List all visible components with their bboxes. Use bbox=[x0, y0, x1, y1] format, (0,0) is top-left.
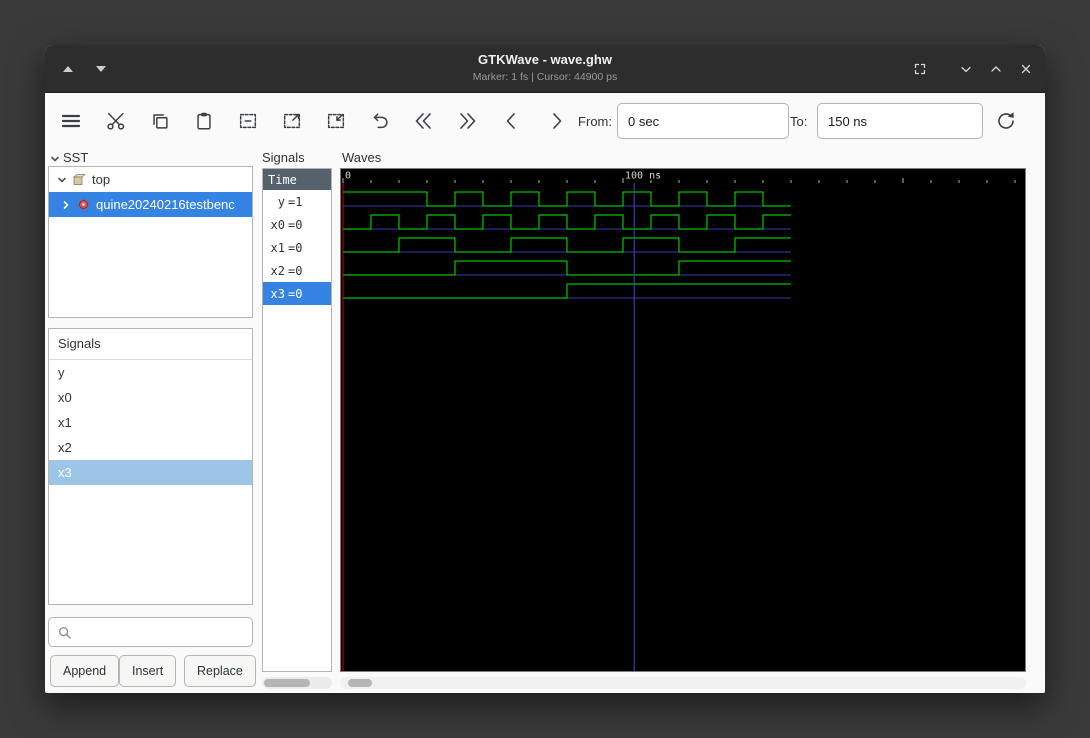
waves-hscrollbar-thumb[interactable] bbox=[348, 679, 372, 687]
chevron-down-icon bbox=[961, 66, 971, 73]
skip-start-icon bbox=[415, 113, 431, 129]
values-hscrollbar-thumb[interactable] bbox=[264, 679, 310, 687]
chevron-up-icon bbox=[991, 66, 1001, 72]
replace-button[interactable]: Replace bbox=[184, 655, 256, 687]
tree-item-label: quine20240216testbenc bbox=[96, 197, 235, 212]
sst-header: SST bbox=[63, 150, 89, 165]
chevron-left-icon bbox=[506, 113, 515, 129]
skip-end-icon bbox=[460, 113, 476, 129]
to-label: To: bbox=[790, 114, 808, 129]
pane-splitter[interactable] bbox=[333, 168, 339, 672]
zoom-in-button[interactable] bbox=[318, 103, 354, 139]
signal-search-box bbox=[48, 617, 253, 647]
signals-col-header: Signals bbox=[262, 150, 305, 165]
svg-text:0: 0 bbox=[345, 171, 351, 182]
time-column-header: Time bbox=[263, 169, 331, 190]
waves-col-header: Waves bbox=[342, 150, 382, 165]
value-y: =1 bbox=[288, 194, 303, 209]
value-x0: =0 bbox=[288, 217, 303, 232]
minimize-button[interactable] bbox=[955, 58, 977, 80]
menu-icon bbox=[61, 114, 81, 128]
wave-panel: 0 100 ns bbox=[340, 168, 1026, 672]
zoom-out-button[interactable] bbox=[274, 103, 310, 139]
expander-right-icon bbox=[63, 200, 69, 209]
to-end-button[interactable] bbox=[450, 103, 486, 139]
value-row-x3[interactable]: x3 =0 bbox=[263, 282, 331, 305]
signal-list-item-y[interactable]: y bbox=[49, 360, 252, 385]
undo-icon bbox=[373, 113, 388, 129]
zoom-fit-icon bbox=[239, 113, 257, 129]
restore-button[interactable] bbox=[909, 58, 931, 80]
scissors-icon bbox=[107, 112, 125, 130]
to-start-button[interactable] bbox=[405, 103, 441, 139]
prev-edge-button[interactable] bbox=[494, 103, 530, 139]
from-input[interactable] bbox=[617, 103, 789, 139]
restore-icon bbox=[914, 63, 926, 75]
expander-down-icon bbox=[58, 177, 66, 182]
zoom-out-icon bbox=[283, 113, 301, 129]
to-input[interactable] bbox=[817, 103, 983, 139]
signal-list-item-x1[interactable]: x1 bbox=[49, 410, 252, 435]
menu-button[interactable] bbox=[53, 103, 89, 139]
copy-icon bbox=[153, 114, 168, 129]
value-x3: =0 bbox=[288, 286, 303, 301]
signal-list-header: Signals bbox=[49, 329, 252, 360]
reload-icon bbox=[998, 112, 1014, 129]
svg-text:100 ns: 100 ns bbox=[625, 171, 661, 182]
undo-button[interactable] bbox=[362, 103, 398, 139]
paste-button[interactable] bbox=[186, 103, 222, 139]
signal-search-input[interactable] bbox=[78, 623, 252, 641]
waves-hscrollbar[interactable] bbox=[340, 677, 1026, 689]
marker-cursor-status: Marker: 1 fs | Cursor: 44900 ps bbox=[472, 71, 618, 83]
from-label: From: bbox=[578, 114, 612, 129]
value-row-x0[interactable]: x0 =0 bbox=[263, 213, 331, 236]
tree-item-label: top bbox=[92, 172, 111, 187]
reload-button[interactable] bbox=[988, 103, 1024, 139]
signal-list-panel: Signals y x0 x1 x2 x3 bbox=[48, 328, 253, 605]
zoom-in-icon bbox=[327, 113, 345, 129]
maximize-button[interactable] bbox=[985, 58, 1007, 80]
wave-canvas[interactable]: 0 100 ns bbox=[341, 169, 1025, 671]
value-row-x2[interactable]: x2 =0 bbox=[263, 259, 331, 282]
close-icon bbox=[1021, 64, 1031, 74]
zoom-fit-button[interactable] bbox=[230, 103, 266, 139]
process-gear-icon bbox=[77, 198, 90, 211]
signal-list-item-x0[interactable]: x0 bbox=[49, 385, 252, 410]
close-button[interactable] bbox=[1015, 58, 1037, 80]
insert-button[interactable]: Insert bbox=[119, 655, 177, 687]
gtkwave-window: GTKWave - wave.ghw Marker: 1 fs | Cursor… bbox=[45, 45, 1045, 693]
append-button[interactable]: Append bbox=[50, 655, 120, 687]
module-box-icon bbox=[73, 174, 86, 185]
desktop-background: GTKWave - wave.ghw Marker: 1 fs | Cursor… bbox=[0, 0, 1090, 738]
search-icon bbox=[58, 626, 71, 639]
value-row-x1[interactable]: x1 =0 bbox=[263, 236, 331, 259]
signal-list-item-x2[interactable]: x2 bbox=[49, 435, 252, 460]
tree-item-testbench[interactable]: quine20240216testbenc bbox=[49, 192, 252, 217]
tree-item-top[interactable]: top bbox=[49, 167, 252, 192]
value-row-y[interactable]: y =1 bbox=[263, 190, 331, 213]
paste-icon bbox=[197, 112, 211, 130]
sst-expander-icon[interactable] bbox=[50, 154, 60, 164]
signal-list-item-x3[interactable]: x3 bbox=[49, 460, 252, 485]
cut-button[interactable] bbox=[98, 103, 134, 139]
value-x2: =0 bbox=[288, 263, 303, 278]
copy-button[interactable] bbox=[142, 103, 178, 139]
sst-tree-panel: top quine20240216testbenc bbox=[48, 166, 253, 318]
value-x1: =0 bbox=[288, 240, 303, 255]
values-hscrollbar[interactable] bbox=[262, 677, 332, 689]
window-title: GTKWave - wave.ghw bbox=[478, 52, 612, 67]
titlebar[interactable]: GTKWave - wave.ghw Marker: 1 fs | Cursor… bbox=[45, 45, 1045, 93]
values-panel: Time y =1 x0 =0 x1 =0 x2 =0 x3 =0 bbox=[262, 168, 332, 672]
